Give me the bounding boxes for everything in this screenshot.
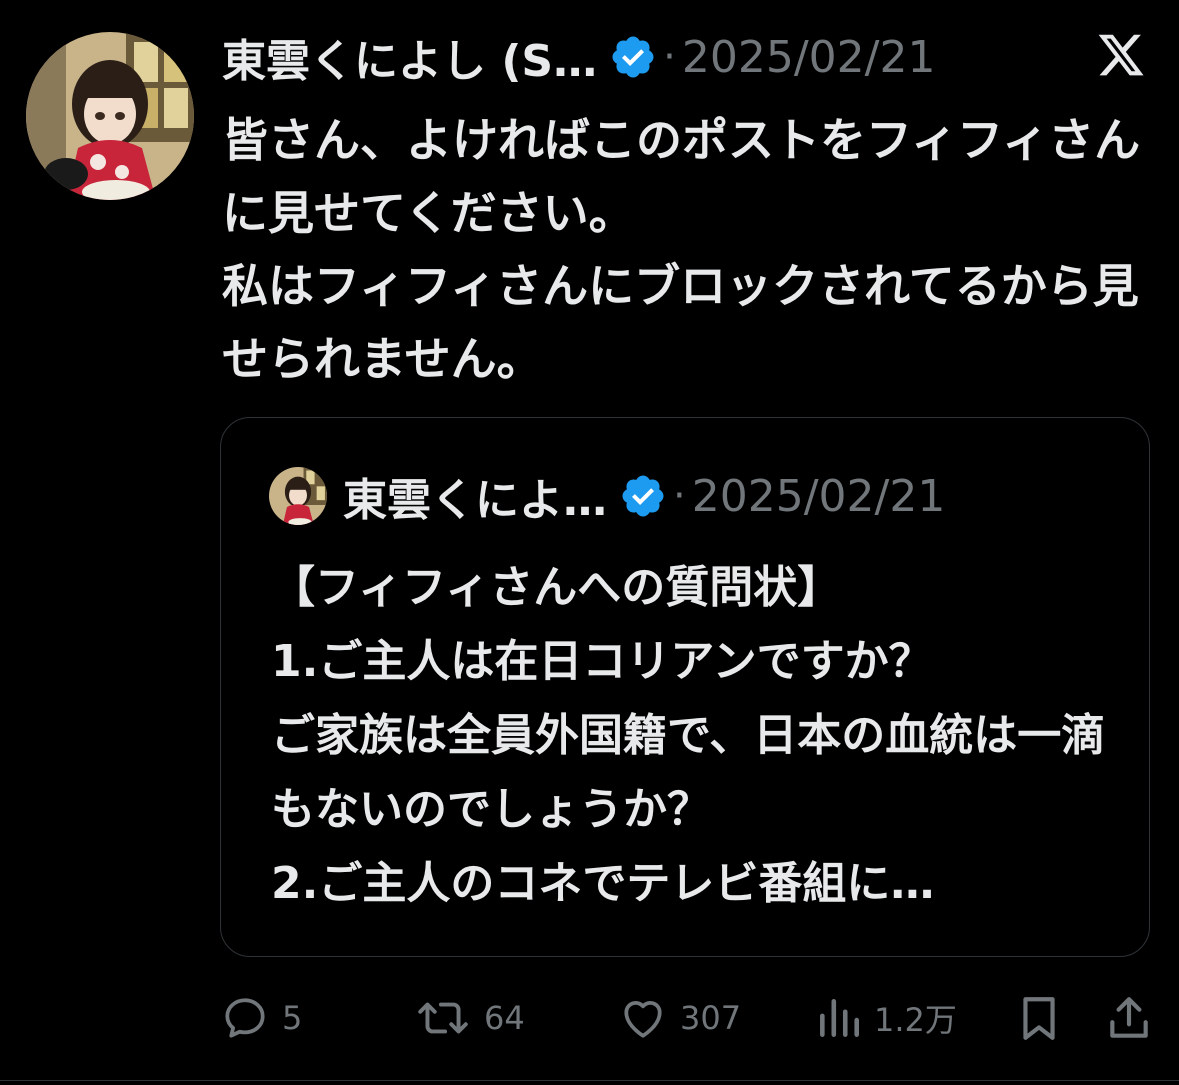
- separator-dot: ·: [673, 473, 686, 519]
- views-button[interactable]: 1.2万: [816, 990, 957, 1046]
- repost-icon: [418, 1002, 468, 1034]
- share-button[interactable]: [1106, 990, 1152, 1046]
- reply-icon: [225, 998, 265, 1038]
- author-avatar[interactable]: [26, 32, 194, 200]
- like-button[interactable]: 307: [618, 990, 741, 1046]
- x-logo-icon: [1098, 34, 1144, 76]
- post-date[interactable]: 2025/02/21: [682, 32, 936, 83]
- quoted-post-date: 2025/02/21: [691, 470, 946, 522]
- share-icon: [1110, 997, 1148, 1038]
- views-chart-icon: [820, 999, 859, 1037]
- repost-count: 64: [484, 999, 525, 1037]
- reply-button[interactable]: 5: [220, 990, 302, 1046]
- verified-badge-icon: [622, 475, 664, 517]
- verified-badge-icon: [612, 36, 654, 78]
- heart-icon: [624, 1001, 662, 1038]
- quoted-post-text: 【フィフィさんへの質問状】 1.ご主人は在日コリアンですか？ ご家族は全員外国籍…: [271, 562, 1106, 909]
- repost-button[interactable]: 64: [414, 990, 525, 1046]
- quoted-author-name: 東雲くによ…: [343, 475, 607, 526]
- reply-count: 5: [282, 999, 303, 1037]
- bookmark-icon: [1023, 997, 1055, 1040]
- views-count: 1.2万: [874, 1001, 957, 1039]
- post-text: 皆さん、よければこのポストをフィフィさんに見せてください。 私はフィフィさんにブ…: [222, 113, 1141, 386]
- like-count: 307: [680, 999, 742, 1037]
- action-bar: 5 64 307 1.2万: [0, 990, 1179, 1046]
- author-name[interactable]: 東雲くによし (S…: [222, 25, 597, 89]
- divider: [0, 1080, 1179, 1081]
- post-header: 東雲くによし (S… · 2025/02/21: [222, 26, 935, 88]
- quoted-post-card[interactable]: 東雲くによ… · 2025/02/21 【フィフィさんへの質問状】 1.ご主人は…: [220, 417, 1150, 957]
- quoted-author-avatar: [269, 467, 327, 525]
- quoted-post-header: 東雲くによ… · 2025/02/21: [269, 466, 945, 526]
- separator-dot: ·: [663, 34, 676, 80]
- bookmark-button[interactable]: [1016, 990, 1062, 1046]
